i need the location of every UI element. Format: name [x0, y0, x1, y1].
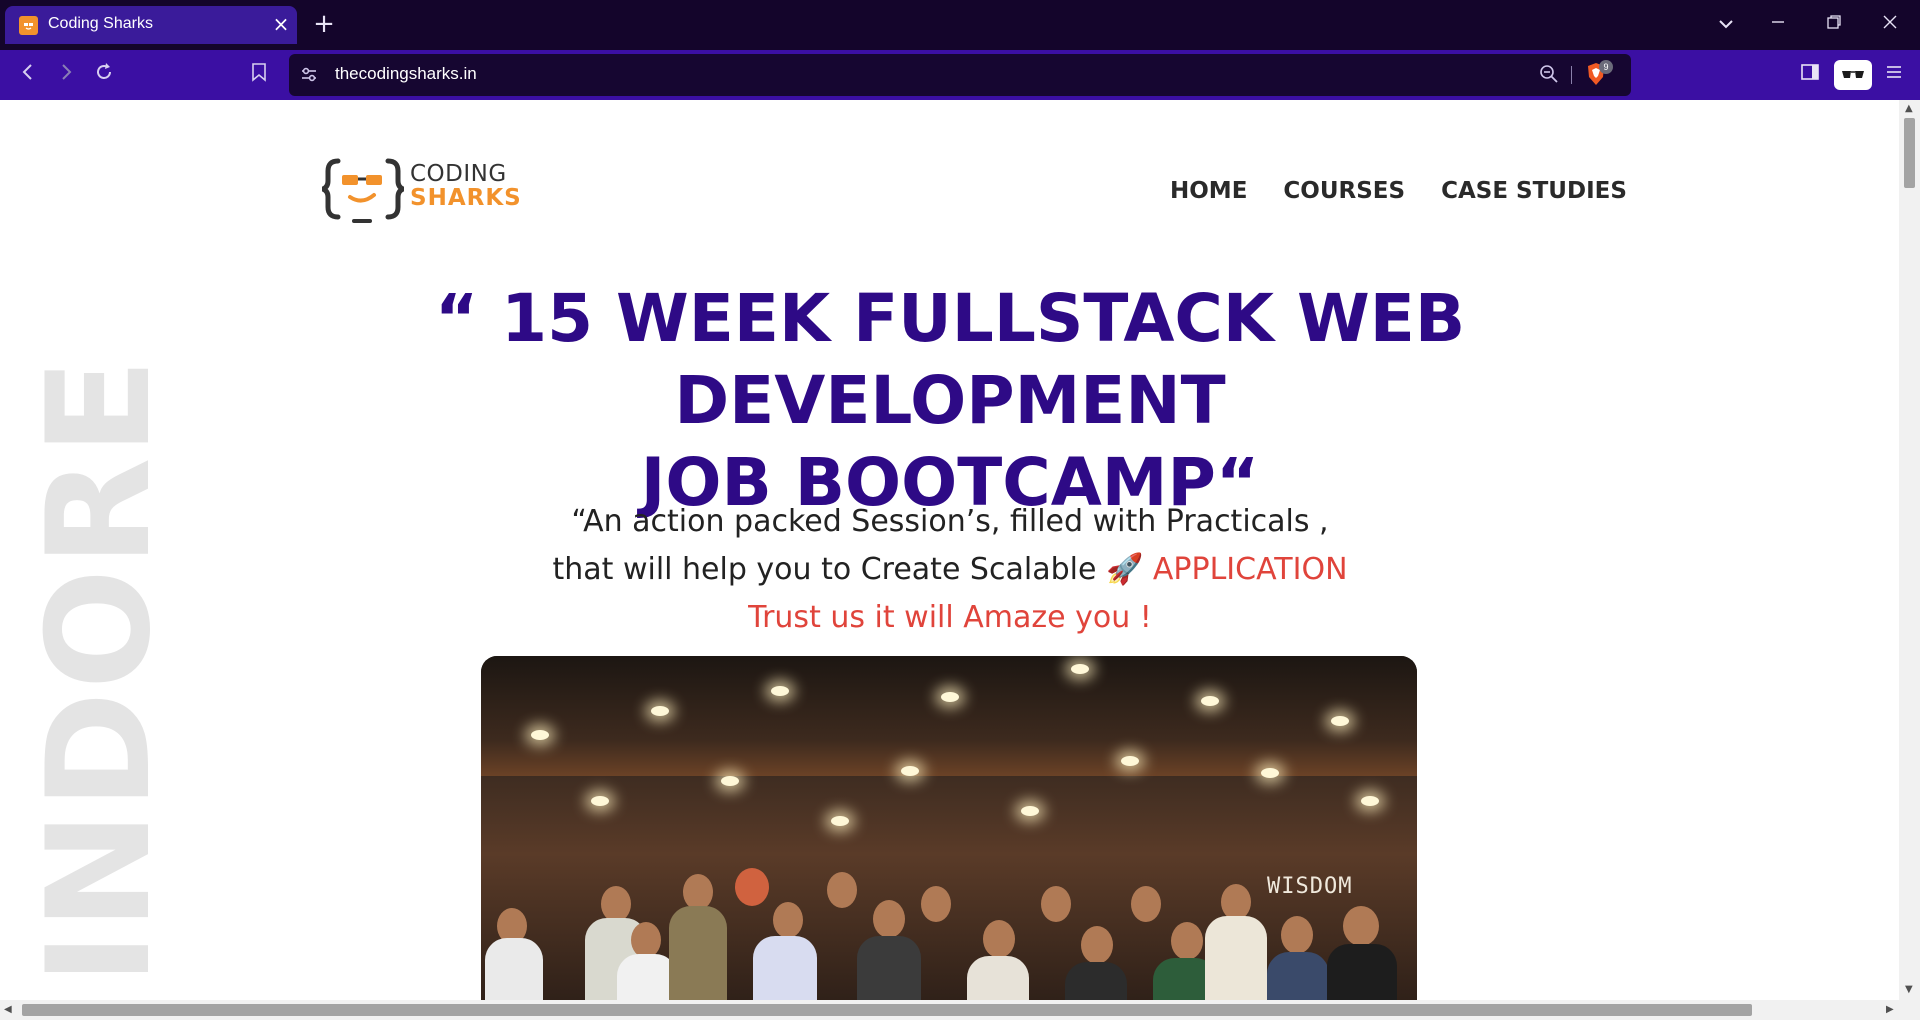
ceiling-light: [1201, 696, 1219, 706]
ceiling-light: [771, 686, 789, 696]
vertical-scroll-thumb[interactable]: [1904, 118, 1915, 188]
sidebar-toggle-icon[interactable]: [1796, 62, 1824, 88]
student-shirt: [1327, 944, 1397, 1000]
back-icon[interactable]: [14, 62, 42, 88]
ceiling-light: [1021, 806, 1039, 816]
ceiling-light: [1121, 756, 1139, 766]
horizontal-scroll-thumb[interactable]: [22, 1004, 1752, 1016]
leo-ai-icon[interactable]: [1834, 60, 1872, 90]
student-face: [1281, 916, 1313, 954]
bootcamp-group-photo: WISDOM: [481, 656, 1417, 1000]
ceiling-light: [531, 730, 549, 740]
hero-headline: “ 15 WEEK FULLSTACK WEB DEVELOPMENT JOB …: [150, 278, 1750, 524]
headline-line-1: “ 15 WEEK FULLSTACK WEB DEVELOPMENT: [434, 280, 1466, 439]
zoom-icon[interactable]: [1539, 64, 1561, 86]
student-face: [1221, 884, 1251, 920]
close-tab-icon[interactable]: ×: [270, 13, 292, 35]
scroll-left-arrow-icon[interactable]: ◀: [4, 1004, 12, 1015]
student-face: [921, 886, 951, 922]
student-face: [1081, 926, 1113, 964]
student-shirt: [1065, 962, 1127, 1000]
tab-strip: Coding Sharks × +: [0, 0, 1920, 50]
nav-link-case-studies[interactable]: CASE STUDIES: [1441, 178, 1627, 204]
student-shirt: [857, 936, 921, 1000]
tab-search-chevron-icon[interactable]: [1712, 12, 1740, 36]
url-text[interactable]: thecodingsharks.in: [335, 64, 477, 84]
student-face: [683, 874, 713, 910]
close-window-icon[interactable]: [1876, 12, 1904, 36]
ceiling-light: [1071, 664, 1089, 674]
student-face: [773, 902, 803, 938]
web-page: CODING SHARKS HOME COURSES CASE STUDIES …: [0, 100, 1899, 1000]
divider: [1571, 66, 1572, 84]
student-shirt: [1205, 916, 1267, 1000]
student-face: [1343, 906, 1379, 946]
restore-icon[interactable]: [1820, 12, 1848, 36]
tab-title: Coding Sharks: [48, 15, 153, 32]
logo-mascot-icon: [316, 158, 410, 223]
student-face: [983, 920, 1015, 958]
student-shirt: [967, 956, 1029, 1000]
student-face: [1131, 886, 1161, 922]
student-face: [827, 872, 857, 908]
ceiling-light: [831, 816, 849, 826]
student-shirt: [1267, 952, 1329, 1000]
application-highlight: APPLICATION: [1152, 552, 1348, 587]
address-bar[interactable]: thecodingsharks.in 9: [289, 54, 1631, 96]
nav-link-courses[interactable]: COURSES: [1283, 178, 1405, 204]
side-word-text: INDORE: [17, 356, 182, 985]
browser-tab-active[interactable]: Coding Sharks ×: [5, 6, 297, 44]
student-shirt: [753, 936, 817, 1000]
student-face: [601, 886, 631, 922]
student-face: [873, 900, 905, 938]
minimize-icon[interactable]: [1764, 12, 1792, 36]
scroll-right-arrow-icon[interactable]: ▶: [1886, 1004, 1894, 1015]
site-settings-icon[interactable]: [299, 64, 321, 86]
coding-sharks-logo[interactable]: CODING SHARKS: [316, 155, 552, 225]
student-shirt: [669, 906, 727, 1000]
shield-count-badge: 9: [1599, 60, 1613, 74]
subtext-line-2: that will help you to Create Scalable 🚀 …: [150, 546, 1750, 594]
subtext-line-2-text: that will help you to Create Scalable: [552, 552, 1097, 587]
bookmark-icon[interactable]: [245, 62, 273, 88]
new-tab-icon[interactable]: +: [312, 11, 336, 37]
scroll-up-arrow-icon[interactable]: ▲: [1905, 103, 1913, 114]
rocket-icon: 🚀: [1105, 552, 1144, 587]
ceiling-light: [721, 776, 739, 786]
vertical-scrollbar[interactable]: ▲ ▼: [1899, 100, 1920, 1000]
horizontal-scrollbar[interactable]: ◀ ▶: [0, 1000, 1920, 1020]
ceiling-light: [591, 796, 609, 806]
logo-text-coding: CODING: [410, 161, 507, 187]
student-face: [1041, 886, 1071, 922]
browser-toolbar: thecodingsharks.in 9: [0, 50, 1920, 100]
logo-text-sharks: SHARKS: [410, 185, 522, 211]
subtext-line-1: “An action packed Session’s, filled with…: [571, 504, 1329, 539]
forward-icon[interactable]: [52, 62, 80, 88]
ceiling-light: [1331, 716, 1349, 726]
scroll-down-arrow-icon[interactable]: ▼: [1905, 984, 1913, 995]
hero-subtext: “An action packed Session’s, filled with…: [150, 498, 1750, 642]
student-shirt: [485, 938, 543, 1000]
site-favicon-icon: [19, 16, 38, 35]
student-shirt: [617, 954, 677, 1000]
ceiling-light: [651, 706, 669, 716]
menu-icon[interactable]: [1880, 62, 1908, 88]
student-turban: [735, 868, 769, 906]
side-city-watermark: INDORE: [17, 356, 182, 990]
photo-ceiling: [481, 656, 1417, 776]
ceiling-light: [1361, 796, 1379, 806]
students-crowd: [481, 868, 1417, 1000]
ceiling-light: [941, 692, 959, 702]
nav-link-home[interactable]: HOME: [1170, 178, 1247, 204]
ceiling-light: [901, 766, 919, 776]
reload-icon[interactable]: [90, 62, 118, 88]
subtext-line-3: Trust us it will Amaze you !: [748, 600, 1152, 635]
student-face: [631, 922, 661, 958]
site-navigation: HOME COURSES CASE STUDIES: [1170, 178, 1627, 204]
student-face: [1171, 922, 1203, 960]
ceiling-light: [1261, 768, 1279, 778]
